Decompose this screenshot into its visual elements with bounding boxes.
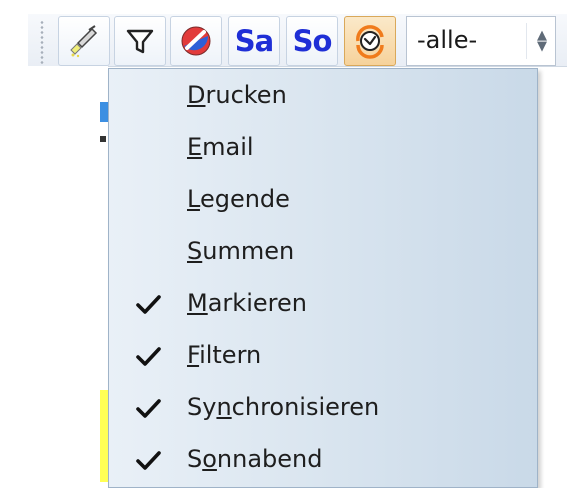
filter-select-value: -alle-: [417, 26, 478, 54]
color-sync-button[interactable]: [170, 16, 222, 66]
menu-item-sonnabend[interactable]: Sonnabend: [109, 435, 539, 487]
so-label: So: [292, 24, 333, 58]
so-button[interactable]: So: [286, 16, 338, 66]
content-area: [28, 66, 108, 482]
menu-item-synchronisieren[interactable]: Synchronisieren: [109, 383, 539, 435]
menu-item-label: Email: [187, 133, 254, 161]
menu-item-markieren[interactable]: Markieren: [109, 279, 539, 331]
updown-arrows-icon[interactable]: ▲ ▼: [535, 27, 549, 55]
menu-item-drucken[interactable]: Drucken: [109, 71, 539, 123]
menu-item-legende[interactable]: Legende: [109, 175, 539, 227]
filter-select[interactable]: -alle- ▲ ▼: [406, 16, 556, 66]
menu-item-filtern[interactable]: Filtern: [109, 331, 539, 383]
checkmark-icon: [136, 399, 161, 418]
clock-refresh-icon: [356, 25, 384, 59]
color-sync-icon: [181, 26, 211, 56]
select-divider: [526, 23, 527, 59]
menu-item-email[interactable]: Email: [109, 123, 539, 175]
menu-item-label: Legende: [187, 185, 290, 213]
menu-item-label: Synchronisieren: [187, 393, 380, 421]
toolbar-grip[interactable]: [40, 20, 44, 64]
context-menu: Drucken Email Legende Summen Markieren F…: [108, 68, 538, 488]
checkmark-icon: [136, 451, 161, 470]
menu-item-label: Drucken: [187, 81, 287, 109]
sa-label: Sa: [234, 24, 274, 58]
clock-refresh-button[interactable]: [344, 16, 396, 66]
brush-button[interactable]: [58, 16, 110, 66]
dark-marker: [100, 136, 106, 142]
checkmark-icon: [136, 347, 161, 366]
filter-icon: [126, 29, 154, 54]
sa-button[interactable]: Sa: [228, 16, 280, 66]
blue-marker: [100, 102, 108, 122]
menu-item-label: Filtern: [187, 341, 262, 369]
menu-item-summen[interactable]: Summen: [109, 227, 539, 279]
menu-item-label: Summen: [187, 237, 295, 265]
brush-icon: [70, 25, 98, 58]
filter-button[interactable]: [114, 16, 166, 66]
menu-item-label: Markieren: [187, 289, 307, 317]
checkmark-icon: [136, 295, 161, 314]
menu-item-label: Sonnabend: [187, 445, 323, 473]
yellow-highlight: [100, 390, 108, 482]
